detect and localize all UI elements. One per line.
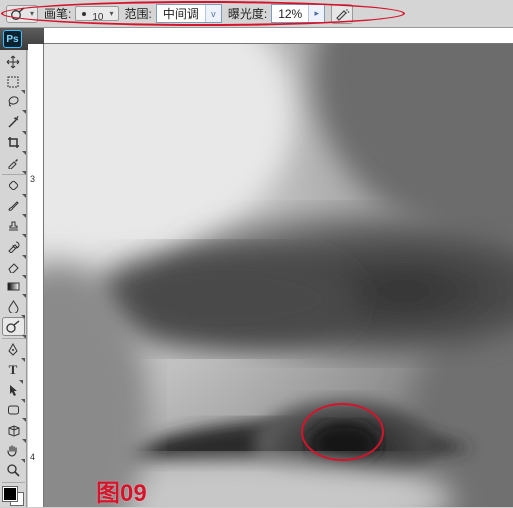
brush-size-value: 10: [92, 12, 103, 23]
exposure-label: 曝光度:: [228, 5, 267, 22]
range-value: 中间调: [157, 5, 205, 22]
healing-tool[interactable]: [2, 176, 25, 195]
ruler-vertical[interactable]: 3 4: [28, 44, 44, 507]
toolbox-separator: [2, 482, 25, 483]
options-bar: ▾ 画笔: 10 ▾ 范围: 中间调 v 曝光度: 12% ▸: [0, 0, 513, 28]
marquee-tool[interactable]: [2, 72, 25, 91]
exposure-value: 12%: [272, 7, 308, 21]
stamp-tool[interactable]: [2, 216, 25, 235]
toolbox: T: [0, 50, 27, 507]
eyedropper-tool[interactable]: [2, 153, 25, 172]
chevron-down-icon: v: [205, 5, 221, 22]
brush-preset-picker[interactable]: 10 ▾: [75, 6, 118, 21]
gradient-tool[interactable]: [2, 277, 25, 296]
type-tool[interactable]: T: [2, 360, 25, 379]
app-logo-badge: Ps: [3, 30, 22, 48]
shape-tool[interactable]: [2, 401, 25, 420]
brush-label: 画笔:: [44, 5, 71, 22]
chevron-down-icon: ▾: [109, 9, 113, 18]
exposure-input[interactable]: 12% ▸: [271, 4, 325, 23]
airbrush-toggle[interactable]: [331, 4, 353, 24]
lasso-tool[interactable]: [2, 92, 25, 111]
chevron-right-icon: ▸: [308, 5, 324, 22]
3d-tool[interactable]: [2, 421, 25, 440]
eraser-tool[interactable]: [2, 257, 25, 276]
dodge-tool[interactable]: [2, 317, 25, 336]
dodge-icon: [10, 7, 26, 21]
pen-tool[interactable]: [2, 340, 25, 359]
document-image: [44, 44, 513, 507]
foreground-swatch[interactable]: [3, 487, 17, 501]
airbrush-icon: [334, 7, 350, 21]
color-swatches[interactable]: [2, 486, 25, 507]
blur-tool[interactable]: [2, 297, 25, 316]
history-brush-tool[interactable]: [2, 236, 25, 255]
wand-tool[interactable]: [2, 113, 25, 132]
hand-tool[interactable]: [2, 441, 25, 460]
canvas[interactable]: [44, 44, 513, 507]
chevron-down-icon: ▾: [30, 9, 34, 18]
brush-tool[interactable]: [2, 196, 25, 215]
ruler-tick: 4: [30, 452, 35, 462]
move-tool[interactable]: [2, 52, 25, 71]
range-dropdown[interactable]: 中间调 v: [156, 4, 222, 23]
crop-tool[interactable]: [2, 133, 25, 152]
ruler-tick: 3: [30, 174, 35, 184]
zoom-tool[interactable]: [2, 461, 25, 480]
tool-preset-picker[interactable]: ▾: [6, 5, 38, 23]
figure-label: 图09: [96, 473, 147, 508]
range-label: 范围:: [125, 5, 152, 22]
annotation-ellipse-eye: [301, 403, 384, 461]
brush-tip-icon: [82, 12, 86, 16]
ruler-horizontal[interactable]: [44, 28, 513, 44]
